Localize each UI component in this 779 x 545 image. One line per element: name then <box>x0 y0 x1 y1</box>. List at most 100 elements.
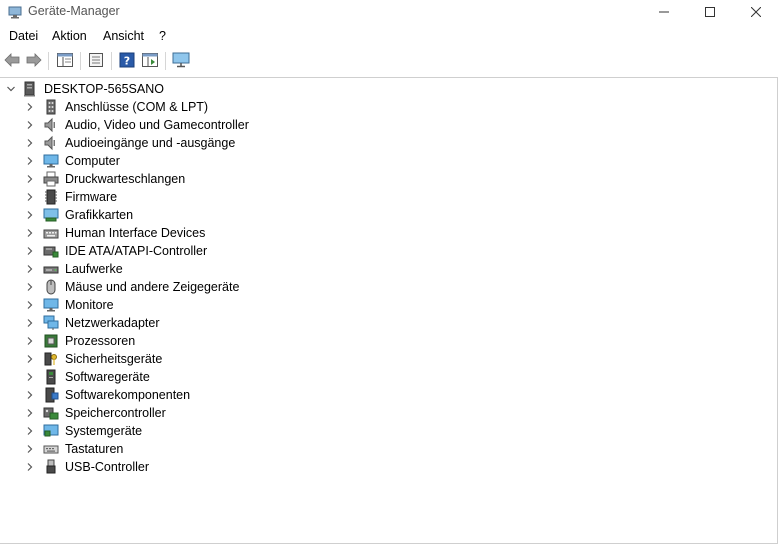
window-title: Geräte-Manager <box>28 4 120 18</box>
tree-category-label: Softwarekomponenten <box>65 388 191 402</box>
chevron-right-icon[interactable] <box>25 156 35 166</box>
tree-category-label: Anschlüsse (COM & LPT) <box>65 100 209 114</box>
chevron-right-icon[interactable] <box>25 318 35 328</box>
tree-category-node[interactable]: Audio, Video und Gamecontroller <box>25 116 249 134</box>
tree-category-node[interactable]: Softwaregeräte <box>25 368 150 386</box>
tree-category-node[interactable]: Grafikkarten <box>25 206 133 224</box>
tree-category-node[interactable]: Monitore <box>25 296 114 314</box>
tree-category-node[interactable]: Human Interface Devices <box>25 224 205 242</box>
show-hide-console-tree-icon <box>57 52 73 70</box>
tree-category-node[interactable]: Netzwerkadapter <box>25 314 160 332</box>
usb-icon <box>43 459 59 475</box>
menu-datei[interactable]: Datei <box>9 29 38 43</box>
chevron-right-icon[interactable] <box>25 444 35 454</box>
storage-controller-icon <box>43 405 59 421</box>
chevron-right-icon[interactable] <box>25 246 35 256</box>
svg-text:?: ? <box>124 54 130 67</box>
tree-category-node[interactable]: Tastaturen <box>25 440 123 458</box>
scan-hardware-button[interactable] <box>172 52 190 70</box>
back-button[interactable] <box>3 52 21 70</box>
chevron-right-icon[interactable] <box>25 408 35 418</box>
maximize-icon <box>705 7 715 17</box>
tree-category-label: Audio, Video und Gamecontroller <box>65 118 249 132</box>
tree-root-label: DESKTOP-565SANO <box>44 82 164 96</box>
chevron-right-icon[interactable] <box>25 336 35 346</box>
chevron-right-icon[interactable] <box>25 390 35 400</box>
chevron-right-icon[interactable] <box>25 138 35 148</box>
maximize-button[interactable] <box>687 0 733 24</box>
back-arrow-icon <box>4 52 20 70</box>
tree-category-label: Druckwarteschlangen <box>65 172 186 186</box>
ide-controller-icon <box>43 243 59 259</box>
tree-category-node[interactable]: Laufwerke <box>25 260 123 278</box>
chevron-right-icon[interactable] <box>25 300 35 310</box>
tree-category-label: Softwaregeräte <box>65 370 150 384</box>
toolbar: ? <box>0 49 779 73</box>
show-hide-console-tree-button[interactable] <box>56 52 74 70</box>
tree-category-label: Systemgeräte <box>65 424 143 438</box>
device-tree[interactable]: DESKTOP-565SANO Anschlüsse (COM & LPT) Au… <box>0 77 778 544</box>
close-icon <box>751 7 761 17</box>
computer-tower-icon <box>22 81 38 97</box>
tree-category-node[interactable]: Softwarekomponenten <box>25 386 190 404</box>
tree-category-node[interactable]: Mäuse und andere Zeigegeräte <box>25 278 239 296</box>
tree-category-node[interactable]: IDE ATA/ATAPI-Controller <box>25 242 207 260</box>
display-monitor-icon <box>172 52 190 71</box>
menu-help[interactable]: ? <box>159 29 166 43</box>
tree-root-node[interactable]: DESKTOP-565SANO <box>6 80 164 98</box>
tree-category-label: Computer <box>65 154 120 168</box>
mouse-icon <box>43 279 59 295</box>
tree-category-label: Firmware <box>65 190 118 204</box>
display-adapter-icon <box>43 207 59 223</box>
forward-button[interactable] <box>25 52 43 70</box>
chevron-right-icon[interactable] <box>25 120 35 130</box>
chevron-right-icon[interactable] <box>25 426 35 436</box>
keyboard-hid-icon <box>43 225 59 241</box>
tree-category-node[interactable]: Firmware <box>25 188 117 206</box>
run-action-button[interactable] <box>141 52 159 70</box>
chevron-right-icon[interactable] <box>25 228 35 238</box>
tree-category-node[interactable]: USB-Controller <box>25 458 149 476</box>
menu-ansicht[interactable]: Ansicht <box>103 29 144 43</box>
chevron-right-icon[interactable] <box>25 192 35 202</box>
tree-category-node[interactable]: Audioeingänge und -ausgänge <box>25 134 235 152</box>
monitor-icon <box>43 297 59 313</box>
menu-aktion[interactable]: Aktion <box>52 29 87 43</box>
chevron-right-icon[interactable] <box>25 354 35 364</box>
software-component-icon <box>43 387 59 403</box>
tree-category-node[interactable]: Prozessoren <box>25 332 135 350</box>
tree-category-node[interactable]: Speichercontroller <box>25 404 166 422</box>
network-adapter-icon <box>43 315 59 331</box>
chevron-right-icon[interactable] <box>25 282 35 292</box>
monitor-icon <box>43 153 59 169</box>
speaker-icon <box>43 135 59 151</box>
chevron-right-icon[interactable] <box>25 174 35 184</box>
device-manager-app-icon <box>8 5 22 19</box>
chevron-right-icon[interactable] <box>25 462 35 472</box>
title-bar: Geräte-Manager <box>0 0 779 24</box>
help-button[interactable]: ? <box>118 52 136 70</box>
tree-category-node[interactable]: Systemgeräte <box>25 422 142 440</box>
tree-category-node[interactable]: Anschlüsse (COM & LPT) <box>25 98 208 116</box>
chevron-down-icon[interactable] <box>6 84 16 94</box>
toolbar-separator <box>111 52 112 70</box>
security-key-icon <box>43 351 59 367</box>
system-devices-icon <box>43 423 59 439</box>
minimize-icon <box>659 7 669 17</box>
help-icon: ? <box>119 52 135 71</box>
toolbar-separator <box>80 52 81 70</box>
close-button[interactable] <box>733 0 779 24</box>
properties-button[interactable] <box>87 52 105 70</box>
run-action-icon <box>142 52 158 70</box>
chevron-right-icon[interactable] <box>25 210 35 220</box>
tree-category-label: Grafikkarten <box>65 208 134 222</box>
chevron-right-icon[interactable] <box>25 264 35 274</box>
tree-category-node[interactable]: Sicherheitsgeräte <box>25 350 162 368</box>
tree-category-node[interactable]: Computer <box>25 152 120 170</box>
chevron-right-icon[interactable] <box>25 102 35 112</box>
minimize-button[interactable] <box>641 0 687 24</box>
chevron-right-icon[interactable] <box>25 372 35 382</box>
menu-bar: Datei Aktion Ansicht ? <box>0 26 779 46</box>
tree-category-label: Prozessoren <box>65 334 136 348</box>
tree-category-node[interactable]: Druckwarteschlangen <box>25 170 185 188</box>
